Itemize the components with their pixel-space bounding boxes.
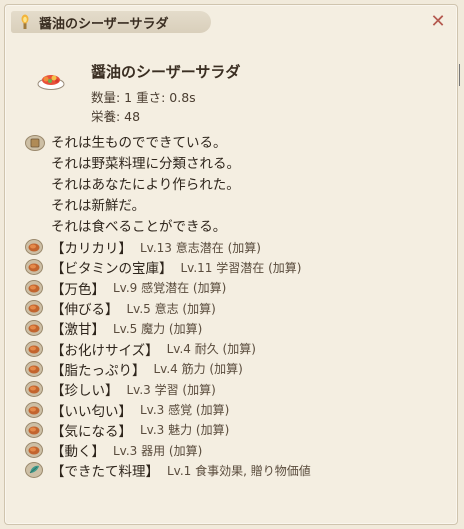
item-nutrition: 栄養: 48 <box>91 109 141 124</box>
trait-row: 【珍しい】 Lv.3 学習 (加算) <box>25 379 311 399</box>
item-name: 醤油のシーザーサラダ <box>91 63 241 81</box>
leaf-icon <box>25 462 43 479</box>
trait-name: 【いい匂い】 <box>51 403 132 420</box>
window-title: 醤油のシーザーサラダ <box>39 16 169 32</box>
meat-icon <box>25 340 43 357</box>
description-line: それは野菜料理に分類される。 <box>51 156 240 172</box>
trait-name: 【珍しい】 <box>51 383 119 400</box>
trait-name: 【動く】 <box>51 444 105 461</box>
meat-icon <box>25 421 43 438</box>
trait-row: 【できたて料理】 Lv.1 食事効果, 贈り物価値 <box>25 460 311 480</box>
trait-detail: Lv.5 魔力 (加算) <box>113 321 203 336</box>
meat-icon <box>25 381 43 398</box>
title-bar[interactable]: 醤油のシーザーサラダ <box>11 11 211 33</box>
description-line: それは生ものでできている。 <box>51 135 227 151</box>
meat-icon <box>25 320 43 337</box>
description-line: それは食べることができる。 <box>51 219 227 235</box>
trait-row: 【いい匂い】 Lv.3 感覚 (加算) <box>25 399 311 420</box>
trait-detail: Lv.1 食事効果, 贈り物価値 <box>167 463 311 478</box>
trait-name: 【激甘】 <box>51 322 105 339</box>
meat-icon <box>25 259 43 276</box>
item-info-window: 醤油のシーザーサラダ ✕ 醤油のシーザーサラダ 数量: 1 重さ: 0.8s 栄… <box>4 4 458 525</box>
trait-row: 【気になる】 Lv.3 魅力 (加算) <box>25 420 311 440</box>
trait-name: 【カリカリ】 <box>51 241 132 258</box>
description-line: それはあなたにより作られた。 <box>51 177 240 193</box>
trait-detail: Lv.3 器用 (加算) <box>113 443 203 458</box>
meat-icon <box>25 300 43 317</box>
trait-row: 【激甘】 Lv.5 魔力 (加算) <box>25 318 311 338</box>
meat-icon <box>25 442 43 459</box>
trait-row: 【脂たっぷり】 Lv.4 筋力 (加算) <box>25 359 311 379</box>
meat-icon <box>25 239 43 256</box>
trait-name: 【万色】 <box>51 281 105 298</box>
close-icon: ✕ <box>430 11 446 32</box>
trait-list: 【カリカリ】 Lv.13 意志潜在 (加算) 【ビタミンの宝庫】 Lv.11 学習潜在… <box>25 237 311 481</box>
trait-detail: Lv.3 学習 (加算) <box>126 382 216 397</box>
trait-detail: Lv.4 耐久 (加算) <box>166 342 256 357</box>
trait-row: 【カリカリ】 Lv.13 意志潜在 (加算) <box>25 237 311 257</box>
trait-row: 【お化けサイズ】 Lv.4 耐久 (加算) <box>25 338 311 359</box>
meat-icon <box>25 360 43 377</box>
trait-name: 【ビタミンの宝庫】 <box>51 261 173 278</box>
trait-detail: Lv.13 意志潜在 (加算) <box>140 240 261 255</box>
trait-detail: Lv.3 魅力 (加算) <box>140 423 230 438</box>
trait-detail: Lv.5 意志 (加算) <box>126 301 216 316</box>
trait-detail: Lv.3 感覚 (加算) <box>140 403 230 418</box>
description-scroll-icon <box>25 135 45 151</box>
close-button[interactable]: ✕ <box>429 13 447 31</box>
trait-name: 【気になる】 <box>51 423 132 440</box>
trait-detail: Lv.9 感覚潜在 (加算) <box>113 281 227 296</box>
trait-name: 【伸びる】 <box>51 302 119 319</box>
trait-name: 【できたて料理】 <box>51 464 159 481</box>
salad-dish-icon <box>37 69 65 91</box>
window-edge-divider <box>459 64 464 86</box>
trait-row: 【伸びる】 Lv.5 意志 (加算) <box>25 298 311 318</box>
trait-detail: Lv.11 学習潜在 (加算) <box>180 260 302 275</box>
item-quantity-weight: 数量: 1 重さ: 0.8s <box>91 90 196 105</box>
trait-row: 【ビタミンの宝庫】 Lv.11 学習潜在 (加算) <box>25 257 311 277</box>
trait-row: 【万色】 Lv.9 感覚潜在 (加算) <box>25 278 311 298</box>
trait-row: 【動く】 Lv.3 器用 (加算) <box>25 440 311 460</box>
torch-icon <box>19 14 31 30</box>
meat-icon <box>25 279 43 296</box>
description-line: それは新鮮だ。 <box>51 198 146 214</box>
trait-detail: Lv.4 筋力 (加算) <box>153 362 243 377</box>
meat-icon <box>25 401 43 418</box>
trait-name: 【脂たっぷり】 <box>51 362 146 379</box>
trait-name: 【お化けサイズ】 <box>51 342 159 359</box>
